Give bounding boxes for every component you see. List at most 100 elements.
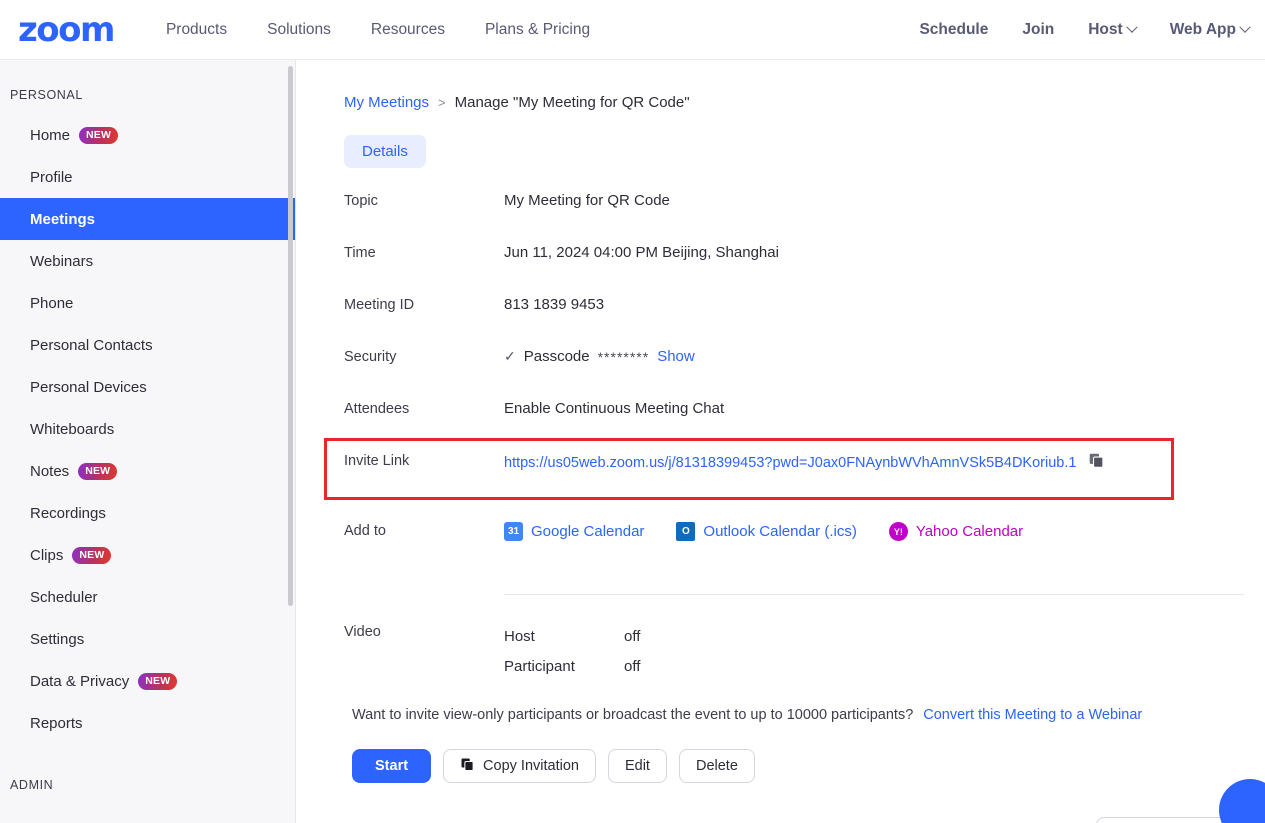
copy-icon[interactable] [1088, 452, 1105, 473]
sidebar-item-notes[interactable]: Notes NEW [0, 450, 295, 492]
passcode-masked-value: ******** [597, 348, 650, 365]
nav-link-host-label: Host [1088, 21, 1123, 38]
sidebar-item-home[interactable]: Home NEW [0, 114, 295, 156]
invite-link-value: https://us05web.zoom.us/j/81318399453?pw… [504, 450, 1105, 473]
google-calendar-link[interactable]: 31 Google Calendar [504, 522, 644, 541]
copy-invitation-button[interactable]: Copy Invitation [443, 749, 596, 783]
sidebar-item-label: Webinars [30, 252, 94, 270]
outlook-calendar-label: Outlook Calendar (.ics) [703, 523, 857, 540]
edit-button[interactable]: Edit [607, 749, 667, 783]
show-passcode-link[interactable]: Show [657, 348, 695, 365]
video-row-participant: Participant off [504, 651, 640, 681]
chevron-down-icon [1126, 21, 1138, 33]
new-badge: NEW [72, 546, 112, 564]
outlook-calendar-link[interactable]: O Outlook Calendar (.ics) [676, 522, 857, 541]
top-navigation-bar: zoom Products Solutions Resources Plans … [0, 0, 1265, 60]
invite-link-label: Invite Link [344, 453, 410, 469]
new-badge: NEW [78, 462, 118, 480]
nav-link-web-app[interactable]: Web App [1170, 21, 1251, 39]
nav-link-host[interactable]: Host [1088, 21, 1138, 39]
sidebar-scrollbar[interactable] [288, 66, 293, 606]
delete-button[interactable]: Delete [678, 749, 755, 783]
breadcrumb-link-my-meetings[interactable]: My Meetings [344, 94, 429, 111]
detail-row-topic: Topic My Meeting for QR Code [344, 190, 1265, 242]
start-button[interactable]: Start [352, 749, 432, 783]
sidebar-item-profile[interactable]: Profile [0, 156, 295, 198]
primary-nav-links: Products Solutions Resources Plans & Pri… [166, 21, 590, 39]
sidebar-item-label: Whiteboards [30, 420, 115, 438]
check-icon: ✓ [504, 348, 516, 364]
copy-invitation-label: Copy Invitation [483, 758, 579, 774]
new-badge: NEW [79, 126, 119, 144]
nav-link-plans-pricing[interactable]: Plans & Pricing [485, 21, 590, 39]
sidebar-item-label: Recordings [30, 504, 106, 522]
sidebar-item-label: Notes [30, 462, 70, 480]
detail-row-add-to-calendar: Add to 31 Google Calendar O Outlook Cale… [344, 520, 1265, 572]
sidebar: PERSONAL Home NEW Profile Meetings Webinars P… [0, 60, 296, 823]
video-participant-value: off [624, 657, 641, 675]
nav-link-solutions[interactable]: Solutions [267, 21, 331, 39]
sidebar-item-label: Meetings [30, 210, 96, 228]
sidebar-item-label: Data & Privacy [30, 672, 130, 690]
sidebar-item-label: Reports [30, 714, 83, 732]
main-content: My Meetings > Manage "My Meeting for QR … [296, 60, 1265, 823]
detail-row-security: Security ✓ Passcode ******** Show [344, 346, 1265, 398]
invite-link-url[interactable]: https://us05web.zoom.us/j/81318399453?pw… [504, 455, 1076, 471]
video-host-label: Host [504, 627, 535, 645]
add-to-label: Add to [344, 523, 386, 539]
calendar-links: 31 Google Calendar O Outlook Calendar (.… [504, 520, 1023, 541]
video-participant-label: Participant [504, 657, 575, 675]
google-calendar-icon: 31 [504, 522, 523, 541]
topic-label: Topic [344, 193, 378, 209]
video-row-host: Host off [504, 621, 640, 651]
yahoo-calendar-link[interactable]: Y! Yahoo Calendar [888, 522, 1024, 541]
sidebar-item-meetings[interactable]: Meetings [0, 198, 295, 240]
yahoo-calendar-icon: Y! [888, 522, 908, 541]
time-label: Time [344, 245, 376, 261]
secondary-nav-links: Schedule Join Host Web App [919, 0, 1251, 60]
sidebar-items: Home NEW Profile Meetings Webinars Phone Perso… [0, 114, 295, 744]
sidebar-item-phone[interactable]: Phone [0, 282, 295, 324]
meeting-details-rows: Topic My Meeting for QR Code Time Jun 11… [324, 190, 1265, 783]
meeting-id-label: Meeting ID [344, 297, 415, 313]
convert-to-webinar-link[interactable]: Convert this Meeting to a Webinar [923, 707, 1142, 723]
sidebar-item-label: Settings [30, 630, 85, 648]
tab-details[interactable]: Details [344, 135, 426, 168]
sidebar-item-whiteboards[interactable]: Whiteboards [0, 408, 295, 450]
nav-link-join[interactable]: Join [1022, 21, 1054, 39]
nav-link-schedule[interactable]: Schedule [919, 21, 988, 39]
passcode-label: Passcode [523, 348, 590, 365]
sidebar-item-settings[interactable]: Settings [0, 618, 295, 660]
copy-icon [460, 757, 475, 776]
sidebar-item-webinars[interactable]: Webinars [0, 240, 295, 282]
outlook-calendar-icon: O [676, 522, 696, 541]
sidebar-item-personal-contacts[interactable]: Personal Contacts [0, 324, 295, 366]
new-badge: NEW [138, 672, 178, 690]
detail-row-time: Time Jun 11, 2024 04:00 PM Beijing, Shan… [344, 242, 1265, 294]
video-host-value: off [624, 627, 641, 645]
attendees-label: Attendees [344, 401, 410, 417]
time-value: Jun 11, 2024 04:00 PM Beijing, Shanghai [504, 244, 779, 261]
nav-link-products[interactable]: Products [166, 21, 227, 39]
google-calendar-label: Google Calendar [531, 523, 645, 540]
sidebar-item-recordings[interactable]: Recordings [0, 492, 295, 534]
sidebar-item-data-privacy[interactable]: Data & Privacy NEW [0, 660, 295, 702]
support-chat-bubble[interactable] [1219, 779, 1265, 823]
nav-link-resources[interactable]: Resources [371, 21, 445, 39]
zoom-logo[interactable]: zoom [18, 13, 115, 47]
webinar-note-text: Want to invite view-only participants or… [352, 707, 914, 723]
nav-link-schedule-label: Schedule [919, 21, 989, 38]
yahoo-calendar-label: Yahoo Calendar [915, 523, 1024, 540]
sidebar-section-personal: PERSONAL [10, 88, 83, 102]
breadcrumb-separator-icon: > [438, 95, 446, 110]
sidebar-item-label: Profile [30, 168, 73, 186]
topic-value: My Meeting for QR Code [504, 192, 670, 209]
sidebar-item-reports[interactable]: Reports [0, 702, 295, 744]
detail-row-invite-link: Invite Link https://us05web.zoom.us/j/81… [324, 438, 1265, 502]
tab-bar: Details [344, 135, 1265, 168]
sidebar-item-clips[interactable]: Clips NEW [0, 534, 295, 576]
webinar-upsell-note: Want to invite view-only participants or… [352, 707, 1265, 723]
sidebar-item-label: Personal Contacts [30, 336, 153, 354]
sidebar-item-scheduler[interactable]: Scheduler [0, 576, 295, 618]
sidebar-item-personal-devices[interactable]: Personal Devices [0, 366, 295, 408]
